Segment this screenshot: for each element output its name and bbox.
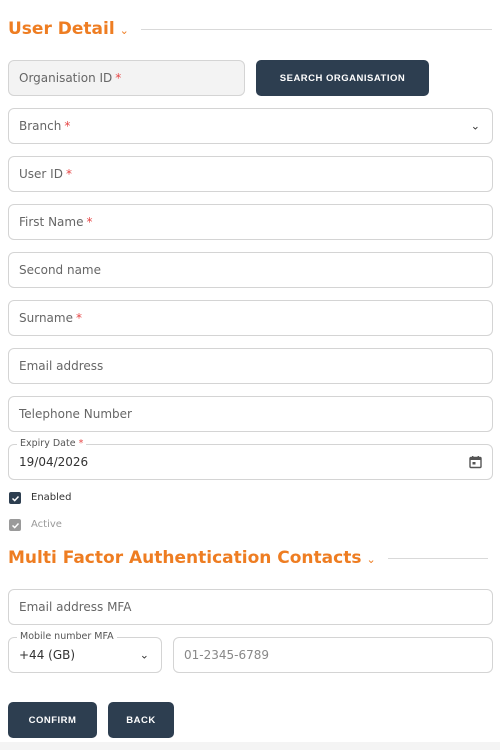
confirm-button[interactable]: CONFIRM [8,702,97,738]
mobile-country-code-select[interactable]: Mobile number MFA +44 (GB) ⌄ [8,631,162,673]
section-divider [140,28,492,30]
calendar-icon[interactable] [469,456,482,469]
chevron-down-icon: ⌄ [470,119,480,133]
user-id-placeholder: User ID [19,167,63,181]
email-input[interactable]: Email address [8,348,493,384]
footer-strip [0,742,500,750]
required-marker: * [65,167,72,181]
email-placeholder: Email address [19,359,104,373]
email-mfa-placeholder: Email address MFA [19,600,132,614]
expiry-date-label: Expiry Date * [17,438,87,449]
organisation-id-placeholder: Organisation ID [19,71,113,85]
surname-placeholder: Surname [19,311,73,325]
enabled-label: Enabled [31,492,72,503]
chevron-down-icon[interactable]: ⌄ [366,553,375,566]
user-detail-title: User Detail [8,19,115,39]
required-marker: * [64,119,71,133]
back-button[interactable]: BACK [108,702,174,738]
second-name-input[interactable]: Second name [8,252,493,288]
expiry-date-input[interactable]: Expiry Date * 19/04/2026 [8,438,493,480]
branch-placeholder: Branch [19,119,62,133]
first-name-placeholder: First Name [19,215,84,229]
telephone-input[interactable]: Telephone Number [8,396,493,432]
required-marker: * [86,215,93,229]
branch-select[interactable]: Branch * ⌄ [8,108,493,144]
country-code-value: +44 (GB) [19,648,76,662]
enabled-checkbox[interactable] [9,492,21,504]
required-marker: * [115,71,122,85]
mobile-mfa-label: Mobile number MFA [17,631,117,642]
user-detail-header[interactable]: User Detail ⌄ [8,19,492,39]
first-name-input[interactable]: First Name * [8,204,493,240]
search-organisation-button[interactable]: SEARCH ORGANISATION [256,60,429,96]
mfa-title: Multi Factor Authentication Contacts [8,548,362,568]
active-label: Active [31,519,62,530]
user-id-input[interactable]: User ID * [8,156,493,192]
required-marker: * [75,311,82,325]
section-divider [387,557,488,559]
surname-input[interactable]: Surname * [8,300,493,336]
expiry-date-value: 19/04/2026 [19,455,89,469]
telephone-placeholder: Telephone Number [19,407,132,421]
mobile-number-placeholder: 01-2345-6789 [184,648,270,662]
organisation-id-input[interactable]: Organisation ID * [8,60,245,96]
active-checkbox [9,519,21,531]
second-name-placeholder: Second name [19,263,102,277]
chevron-down-icon[interactable]: ⌄ [120,24,129,37]
email-mfa-input[interactable]: Email address MFA [8,589,493,625]
mobile-number-input[interactable]: 01-2345-6789 [173,637,493,673]
chevron-down-icon: ⌄ [139,648,149,662]
mfa-header[interactable]: Multi Factor Authentication Contacts ⌄ [8,548,488,568]
